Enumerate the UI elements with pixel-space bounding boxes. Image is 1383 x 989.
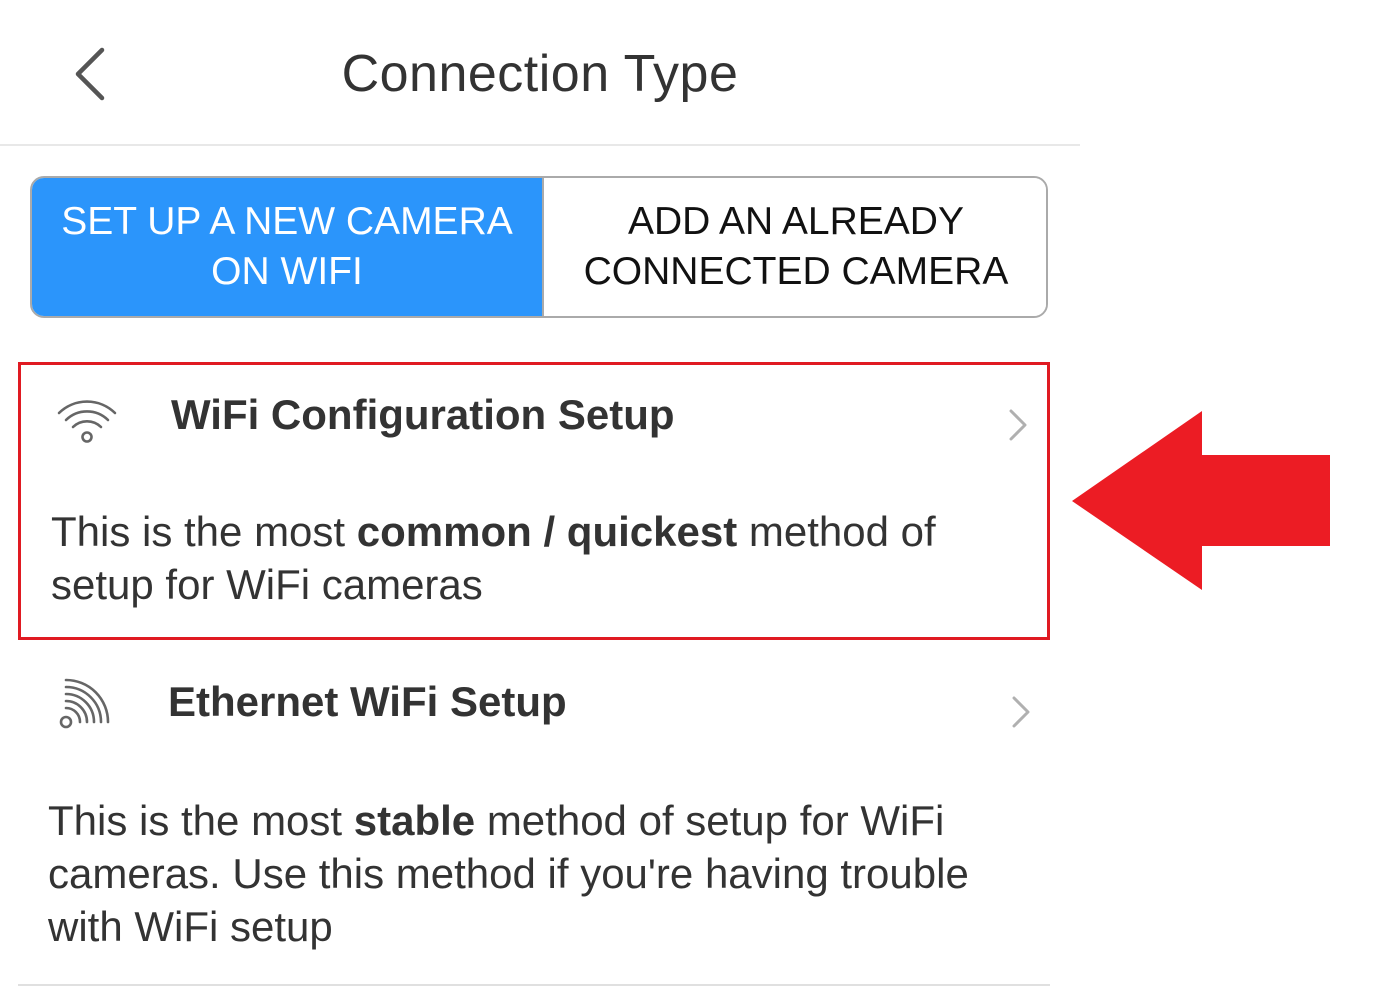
page-title: Connection Type bbox=[341, 45, 739, 103]
wifi-icon bbox=[57, 400, 117, 443]
tab-new-camera-label: SET UP A NEW CAMERA ON WIFI bbox=[61, 200, 513, 293]
left-arrow-icon bbox=[1072, 411, 1330, 590]
option-description: This is the most stable method of setup … bbox=[48, 797, 969, 950]
tab-new-camera-on-wifi[interactable]: SET UP A NEW CAMERA ON WIFI bbox=[32, 178, 542, 316]
ethernet-signal-icon bbox=[59, 678, 110, 729]
connection-type-screen: Connection Type SET UP A NEW CAMERA ON W… bbox=[0, 0, 1080, 989]
emphasis-text: common / quickest bbox=[356, 508, 738, 555]
setup-mode-segmented-control: SET UP A NEW CAMERA ON WIFI ADD AN ALREA… bbox=[30, 176, 1048, 318]
emphasis-text: stable bbox=[353, 797, 476, 844]
option-title: Ethernet WiFi Setup bbox=[168, 678, 567, 725]
option-wifi-configuration-setup[interactable]: WiFi Configuration Setup This is the mos… bbox=[18, 362, 1050, 640]
header: Connection Type bbox=[0, 0, 1080, 146]
tab-add-connected-camera[interactable]: ADD AN ALREADY CONNECTED CAMERA bbox=[542, 178, 1046, 316]
chevron-right-icon bbox=[1012, 696, 1030, 728]
option-title: WiFi Configuration Setup bbox=[171, 391, 675, 438]
chevron-right-icon bbox=[1009, 409, 1027, 441]
tab-add-connected-camera-label: ADD AN ALREADY CONNECTED CAMERA bbox=[583, 200, 1009, 293]
option-ethernet-wifi-setup[interactable]: Ethernet WiFi Setup This is the most sta… bbox=[18, 656, 1050, 986]
option-description: This is the most common / quickest metho… bbox=[51, 508, 936, 608]
